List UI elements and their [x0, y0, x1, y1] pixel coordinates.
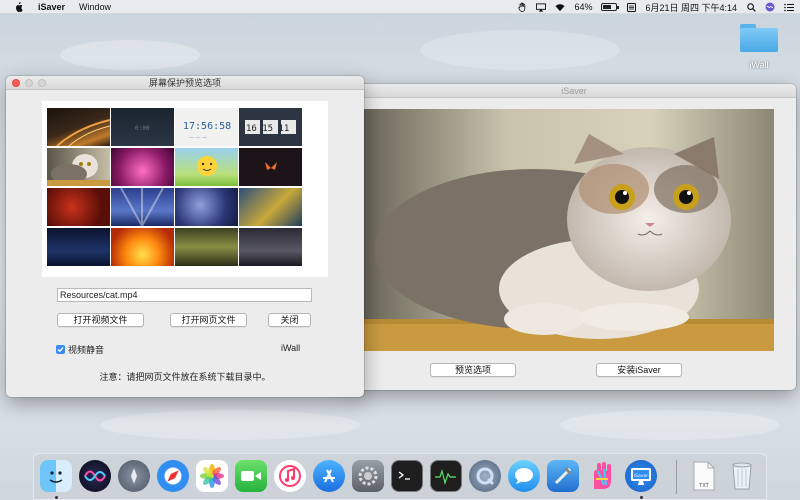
svg-text:0:00: 0:00 [135, 125, 150, 132]
xcode-icon[interactable] [547, 460, 579, 492]
menu-bar: iSaver Window 64% 6月21日 周四 下午4:14 [0, 0, 800, 14]
close-button[interactable]: 关闭 [268, 313, 311, 327]
photos-icon[interactable] [196, 460, 228, 492]
battery-percent: 64% [574, 2, 593, 12]
search-icon[interactable] [746, 2, 756, 12]
desktop-folder-iwall[interactable]: iWall [736, 24, 782, 70]
mute-video-option[interactable]: 视频静音 [56, 343, 104, 356]
paint-icon[interactable] [586, 460, 618, 492]
notification-center-icon[interactable] [784, 3, 794, 12]
screensaver-thumbnail-grid: 0:00 17:56:58 — — — 16 15 11 [42, 101, 328, 277]
thumbnail-golden-fish[interactable] [239, 188, 302, 226]
apple-menu-icon[interactable] [12, 1, 24, 12]
quicktime-icon[interactable] [469, 460, 501, 492]
thumbnail-clock-text-2: 16 15 11 [246, 124, 289, 134]
preview-options-button[interactable]: 预览选项 [430, 363, 516, 377]
prefs-window-titlebar[interactable]: 屏幕保护预览选项 [6, 76, 364, 90]
airplay-icon[interactable] [536, 2, 547, 12]
document-icon-label: TXT [698, 483, 709, 489]
thumbnail-blue-rays[interactable] [111, 188, 174, 226]
main-window-title: iSaver [561, 86, 587, 96]
app-store-icon[interactable] [313, 460, 345, 492]
wifi-icon[interactable] [555, 3, 565, 12]
thumbnail-red-bokeh[interactable] [47, 188, 110, 226]
finder-running-dot [55, 496, 58, 499]
thumbnail-pink-stage[interactable] [111, 148, 174, 186]
thumbnail-dark-room[interactable] [239, 228, 302, 266]
dock-separator [676, 460, 677, 494]
thumbnail-dark-clock[interactable]: 0:00 [111, 108, 174, 146]
isaver-running-dot [640, 496, 643, 499]
thumbnail-planet[interactable] [175, 188, 238, 226]
thumbnail-cat[interactable] [47, 148, 110, 186]
checkmark-icon [57, 347, 64, 353]
thumbnail-butterfly[interactable] [239, 148, 302, 186]
terminal-icon[interactable] [391, 460, 423, 492]
thumbnail-road-night[interactable] [47, 108, 110, 146]
activity-monitor-icon[interactable] [430, 460, 462, 492]
prefs-window-title: 屏幕保护预览选项 [148, 78, 221, 88]
battery-icon[interactable] [601, 3, 620, 11]
note-text: 注意：请把网页文件放在系统下载目录中。 [99, 372, 271, 382]
main-window-titlebar[interactable]: iSaver [352, 84, 796, 98]
file-path-field[interactable]: Resources/cat.mp4 [57, 288, 312, 302]
launchpad-icon[interactable] [118, 460, 150, 492]
desktop-folder-label: iWall [749, 60, 769, 70]
finder-icon[interactable] [40, 460, 72, 492]
preview-options-window: 屏幕保护预览选项 0:00 17:56:58 — — — 16 15 11 Res… [6, 76, 364, 397]
input-method-icon[interactable] [626, 2, 636, 12]
open-video-file-button[interactable]: 打开视频文件 [57, 313, 144, 327]
iwall-label: iWall [281, 343, 301, 353]
isaver-icon[interactable]: iSaver [625, 460, 657, 492]
thumbnail-clock-text-1: 17:56:58 [183, 121, 231, 132]
document-icon[interactable]: TXT [688, 460, 720, 492]
safari-icon[interactable] [157, 460, 189, 492]
folder-icon [740, 24, 778, 52]
menu-app-name[interactable]: iSaver [38, 2, 65, 12]
menu-clock[interactable]: 6月21日 周四 下午4:14 [645, 1, 737, 14]
open-web-file-button[interactable]: 打开网页文件 [170, 313, 247, 327]
cat-preview-image [364, 109, 774, 351]
zoom-window-icon [38, 79, 46, 87]
video-preview [364, 109, 774, 351]
thumbnail-fire[interactable] [111, 228, 174, 266]
isaver-icon-text: iSaver [634, 473, 648, 479]
siri-menu-icon[interactable] [765, 2, 775, 12]
install-isaver-button[interactable]: 安装iSaver [596, 363, 682, 377]
system-preferences-icon[interactable] [352, 460, 384, 492]
thumbnail-green-corridor[interactable] [175, 228, 238, 266]
thumbnail-flip-clock-light[interactable]: 17:56:58 — — — [175, 108, 238, 146]
svg-text:— — —: — — — [189, 135, 207, 141]
thumbnail-night-sky[interactable] [47, 228, 110, 266]
menu-window[interactable]: Window [79, 2, 111, 12]
close-window-icon[interactable] [12, 79, 20, 87]
thumbnail-flip-clock-dark[interactable]: 16 15 11 [239, 108, 302, 146]
thumbnail-cartoon-sun[interactable] [175, 148, 238, 186]
music-icon[interactable] [274, 460, 306, 492]
messages-icon[interactable] [508, 460, 540, 492]
hand-icon[interactable] [517, 2, 527, 12]
siri-icon[interactable] [79, 460, 111, 492]
facetime-icon[interactable] [235, 460, 267, 492]
minimize-window-icon [25, 79, 33, 87]
trash-icon[interactable] [726, 460, 758, 492]
mute-checkbox[interactable] [56, 345, 65, 354]
isaver-main-window: iSaver 预览选项 安装iSaver [352, 84, 796, 390]
mute-label: 视频静音 [68, 345, 105, 355]
dock: iSaver TXT [33, 453, 767, 500]
